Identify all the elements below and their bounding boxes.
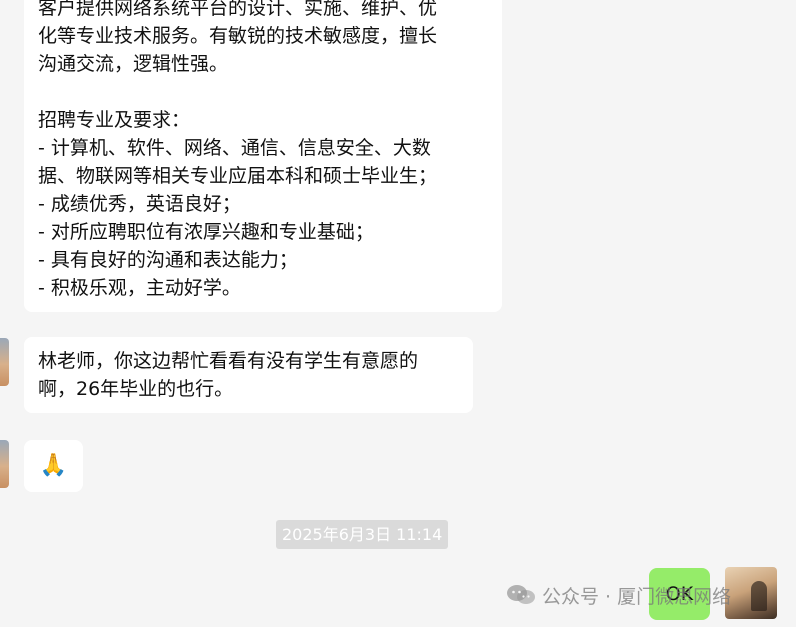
message-line: 客户提供网络系统平台的设计、实施、维护、优 xyxy=(38,0,438,19)
pray-emoji-icon: 🙏 xyxy=(39,453,68,478)
message-line: 沟通交流，逻辑性强。 xyxy=(38,53,229,75)
message-line: - 积极乐观，主动好学。 xyxy=(38,277,241,299)
message-line: 据、物联网等相关专业应届本科和硕士毕业生； xyxy=(38,165,438,187)
message-line: - 对所应聘职位有浓厚兴趣和专业基础； xyxy=(38,221,374,243)
message-line: - 具有良好的沟通和表达能力； xyxy=(38,249,298,271)
message-line: 啊，26年毕业的也行。 xyxy=(38,378,234,400)
message-line: 化等专业技术服务。有敏锐的技术敏感度，擅长 xyxy=(38,25,438,47)
message-bubble-request[interactable]: 林老师，你这边帮忙看看有没有学生有意愿的 啊，26年毕业的也行。 xyxy=(24,337,473,413)
wechat-official-account-icon xyxy=(507,585,535,604)
chat-history: 客户提供网络系统平台的设计、实施、维护、优 化等专业技术服务。有敏锐的技术敏感度… xyxy=(0,0,796,627)
message-bubble-emoji[interactable]: 🙏 xyxy=(24,440,83,492)
avatar-figure xyxy=(751,581,767,611)
message-line: 招聘专业及要求： xyxy=(38,109,191,131)
self-avatar[interactable] xyxy=(725,567,777,619)
message-line: - 成绩优秀，英语良好； xyxy=(38,193,241,215)
sender-avatar[interactable] xyxy=(0,440,9,488)
message-timestamp: 2025年6月3日 11:14 xyxy=(276,520,449,549)
message-line: 林老师，你这边帮忙看看有没有学生有意愿的 xyxy=(38,350,419,372)
message-bubble-outgoing-ok[interactable]: OK xyxy=(649,568,710,620)
sender-avatar[interactable] xyxy=(0,338,9,386)
message-bubble-job-requirements[interactable]: 客户提供网络系统平台的设计、实施、维护、优 化等专业技术服务。有敏锐的技术敏感度… xyxy=(24,0,502,312)
message-line: - 计算机、软件、网络、通信、信息安全、大数 xyxy=(38,137,431,159)
